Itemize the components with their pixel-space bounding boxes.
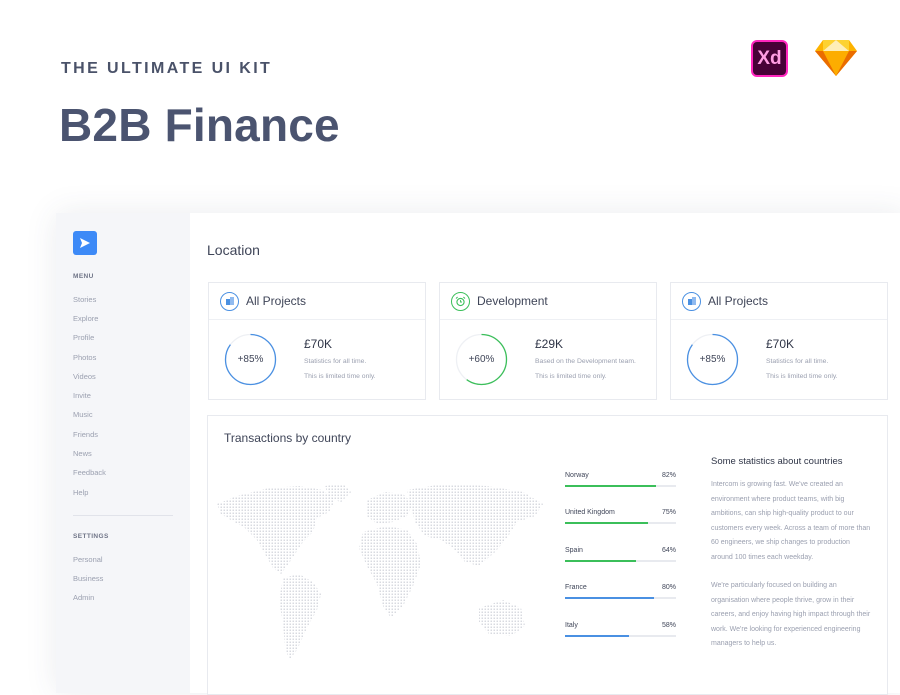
country-name: Spain [565, 547, 583, 554]
sidebar-item-music[interactable]: Music [73, 410, 93, 419]
card-title: Development [477, 294, 548, 308]
sidebar-item-personal[interactable]: Personal [73, 555, 103, 564]
progress-track [565, 485, 676, 487]
sidebar-item-photos[interactable]: Photos [73, 353, 96, 362]
card-value: £70K [766, 337, 795, 351]
country-percent: 75% [661, 509, 676, 516]
ring-percent-label: +85% [237, 354, 264, 365]
card-description: Based on the Development team. [535, 358, 636, 365]
world-map [217, 484, 543, 660]
card-description-note: This is limited time only. [535, 373, 607, 380]
building-icon [682, 291, 701, 311]
ring-percent-label: +85% [699, 354, 726, 365]
stat-card[interactable]: All Projects +85% £70K Statistics for al… [208, 282, 426, 400]
building-icon [220, 291, 239, 311]
ring-percent-label: +60% [468, 354, 495, 365]
panel-title: Transactions by country [224, 431, 351, 445]
card-title: All Projects [708, 294, 769, 308]
sidebar-item-admin[interactable]: Admin [73, 593, 94, 602]
kicker-text: THE ULTIMATE UI KIT [61, 60, 273, 77]
country-percent: 64% [661, 547, 676, 554]
stat-card[interactable]: All Projects +85% £70K Statistics for al… [670, 282, 888, 400]
progress-fill [565, 560, 637, 562]
asia-shape [407, 484, 543, 566]
stats-paragraph-2: We're particularly focused on building a… [711, 582, 871, 648]
country-name: Italy [565, 622, 578, 629]
progress-track [565, 560, 676, 562]
country-percent: 58% [661, 622, 676, 629]
xd-label: Xd [757, 47, 782, 69]
europe-shape [367, 492, 413, 524]
app-logo[interactable] [73, 231, 97, 255]
sidebar-item-profile[interactable]: Profile [73, 333, 94, 342]
sidebar-item-invite[interactable]: Invite [73, 391, 91, 400]
stats-paragraph-1: Intercom is growing fast. We've created … [711, 481, 871, 561]
sidebar-item-news[interactable]: News [73, 449, 92, 458]
sidebar-item-business[interactable]: Business [73, 574, 103, 583]
country-percent: 82% [661, 472, 676, 479]
card-value: £29K [535, 337, 564, 351]
country-percent: 80% [661, 584, 676, 591]
card-description-note: This is limited time only. [304, 373, 376, 380]
page-title: B2B Finance [59, 99, 340, 151]
stat-card[interactable]: Development +60% £29K Based on the Devel… [439, 282, 657, 400]
card-value: £70K [304, 337, 333, 351]
progress-fill [565, 522, 649, 524]
sidebar-item-friends[interactable]: Friends [73, 430, 98, 439]
progress-fill [565, 597, 654, 599]
transactions-panel: Transactions by country Norway 82% Unite… [207, 415, 888, 695]
sidebar-item-feedback[interactable]: Feedback [73, 468, 106, 477]
send-icon [80, 238, 90, 248]
progress-track [565, 635, 676, 637]
stats-title: Some statistics about countries [711, 456, 843, 467]
progress-track [565, 597, 676, 599]
menu-heading: MENU [73, 273, 94, 280]
progress-fill [565, 485, 657, 487]
card-description: Statistics for all time. [304, 358, 367, 365]
settings-heading: SETTINGS [73, 533, 109, 540]
south-america-shape [279, 574, 321, 660]
sidebar-divider [73, 515, 173, 516]
card-description-note: This is limited time only. [766, 373, 838, 380]
card-title: All Projects [246, 294, 307, 308]
australia-shape [479, 600, 525, 636]
card-description: Statistics for all time. [766, 358, 829, 365]
sidebar-item-stories[interactable]: Stories [73, 295, 96, 304]
alarm-clock-icon [451, 291, 470, 311]
card-header: Development [440, 283, 656, 320]
country-name: United Kingdom [565, 509, 615, 516]
north-america-shape [217, 486, 335, 574]
progress-track [565, 522, 676, 524]
app-window: MENU Stories Explore Profile Photos Vide… [56, 213, 900, 695]
sketch-diamond-icon [815, 40, 857, 76]
progress-fill [565, 635, 630, 637]
country-name: Norway [565, 472, 589, 479]
card-header: All Projects [209, 283, 425, 320]
sidebar-item-explore[interactable]: Explore [73, 314, 98, 323]
sidebar-item-videos[interactable]: Videos [73, 372, 96, 381]
adobe-xd-badge: Xd [751, 40, 788, 77]
section-title: Location [207, 242, 260, 258]
sidebar-item-help[interactable]: Help [73, 488, 88, 497]
card-header: All Projects [671, 283, 887, 320]
sidebar: MENU Stories Explore Profile Photos Vide… [56, 213, 190, 693]
africa-shape [359, 526, 421, 618]
country-name: France [565, 584, 587, 591]
